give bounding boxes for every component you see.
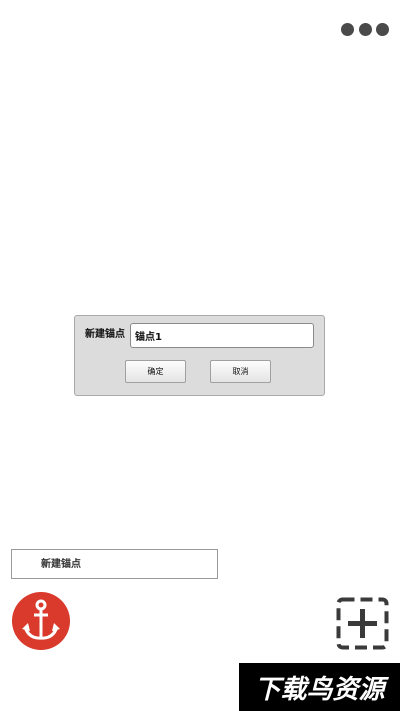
new-anchor-dialog: 新建锚点 确定 取消 [74,315,325,396]
more-dot-icon [376,22,389,36]
more-dot-icon [341,22,354,36]
more-menu-button[interactable] [341,22,389,36]
dashed-plus-icon [336,597,389,650]
watermark-text: 下载鸟资源 [254,674,385,705]
anchor-icon [22,599,60,640]
cancel-button[interactable]: 取消 [210,360,271,383]
add-button[interactable] [336,597,389,650]
dialog-label: 新建锚点 [85,329,125,340]
new-anchor-button[interactable]: 新建锚点 [11,549,218,579]
more-dot-icon [358,22,372,36]
app-screen: 新建锚点 确定 取消 新建锚点 下载鸟资源 [0,0,400,711]
anchor-name-input[interactable] [130,323,314,348]
new-anchor-label: 新建锚点 [41,559,81,570]
watermark-logo: 下载鸟资源 [239,663,400,711]
confirm-button[interactable]: 确定 [125,360,186,383]
anchor-button[interactable] [12,592,70,650]
